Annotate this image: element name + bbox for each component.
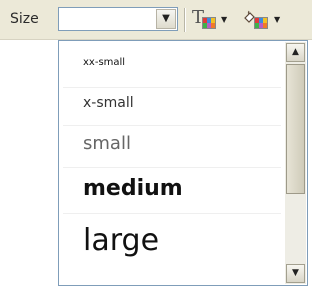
font-size-combobox[interactable]: ▼ <box>58 7 178 31</box>
font-size-dropdown-list: xx-small x-small small medium large ▲ ▼ <box>58 40 308 286</box>
chevron-down-icon: ▼ <box>162 13 170 24</box>
font-size-dropdown-button[interactable]: ▼ <box>156 9 176 29</box>
color-swatch-icon <box>254 17 268 29</box>
size-option-small[interactable]: small <box>63 125 281 161</box>
background-color-button[interactable]: ▼ <box>242 9 286 31</box>
size-option-xx-small[interactable]: xx-small <box>63 51 281 75</box>
toolbar: Size ▼ T ▼ ▼ <box>0 0 312 40</box>
size-option-x-small[interactable]: x-small <box>63 87 281 117</box>
arrow-down-icon: ▼ <box>292 268 299 278</box>
chevron-down-icon: ▼ <box>274 15 281 24</box>
text-color-button[interactable]: T ▼ <box>192 9 232 31</box>
arrow-up-icon: ▲ <box>292 47 299 57</box>
font-size-input[interactable] <box>59 8 155 30</box>
scroll-down-button[interactable]: ▼ <box>286 264 305 283</box>
scrollbar-thumb[interactable] <box>286 64 305 194</box>
size-label: Size <box>10 11 39 27</box>
size-option-large[interactable]: large <box>63 213 281 267</box>
vertical-scrollbar[interactable]: ▲ ▼ <box>285 42 306 284</box>
scroll-up-button[interactable]: ▲ <box>286 43 305 62</box>
size-option-medium[interactable]: medium <box>63 167 281 209</box>
color-swatch-icon <box>202 17 216 29</box>
chevron-down-icon: ▼ <box>221 15 228 24</box>
toolbar-separator <box>184 8 185 32</box>
